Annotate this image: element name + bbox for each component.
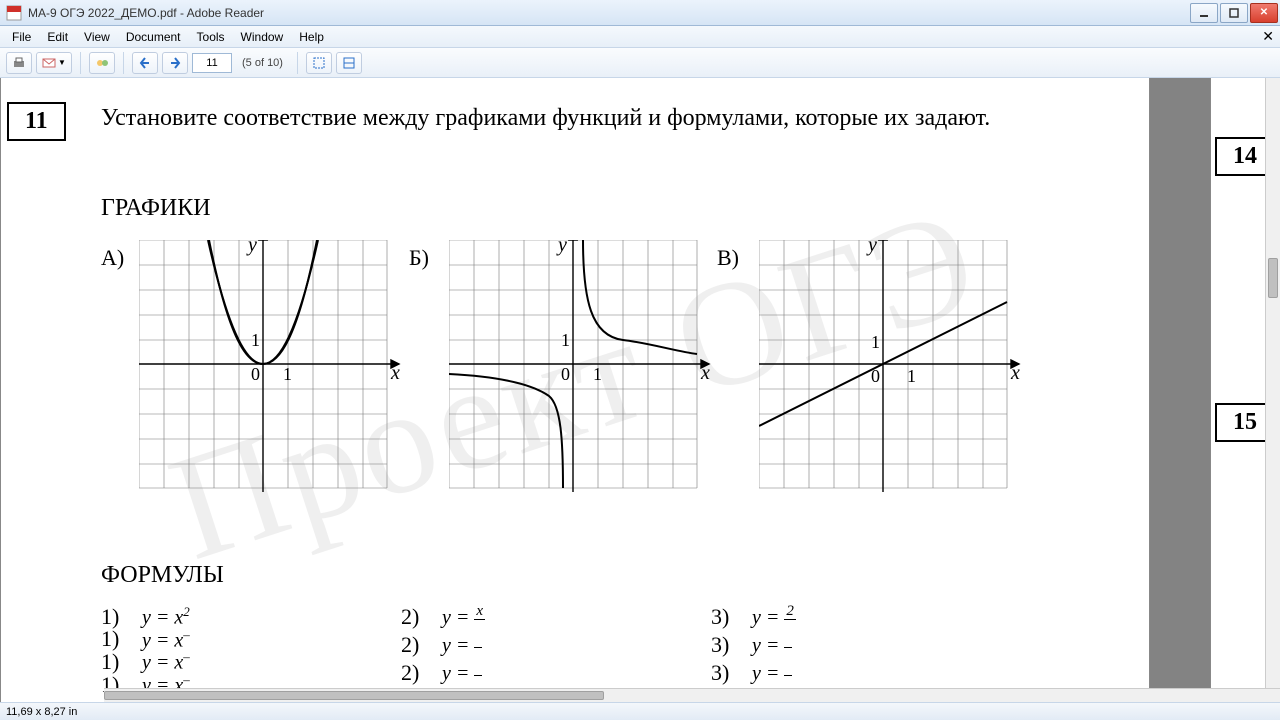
- zoom-marquee-button[interactable]: [306, 52, 332, 74]
- menu-edit[interactable]: Edit: [39, 28, 76, 46]
- fit-width-button[interactable]: [336, 52, 362, 74]
- menu-file[interactable]: File: [4, 28, 39, 46]
- axis-one-x: 1: [593, 364, 602, 385]
- graphs-heading: ГРАФИКИ: [101, 195, 211, 222]
- prev-page-button[interactable]: [132, 52, 158, 74]
- formula-num-3: 3): [711, 606, 737, 628]
- horizontal-scrollbar[interactable]: [104, 688, 1280, 702]
- graph-label-a: А): [101, 245, 124, 271]
- page-number-input[interactable]: [192, 53, 232, 73]
- graph-v: y x 0 1 1: [759, 240, 1007, 488]
- formulas-block: 1) y = x2 1) y = x– 1) y = x– 1) y = x– …: [101, 605, 1021, 695]
- menu-view[interactable]: View: [76, 28, 118, 46]
- menu-bar: File Edit View Document Tools Window Hel…: [0, 26, 1280, 48]
- formulas-heading: ФОРМУЛЫ: [101, 562, 224, 589]
- menu-window[interactable]: Window: [233, 28, 292, 46]
- collab-button[interactable]: [89, 52, 115, 74]
- menu-document[interactable]: Document: [118, 28, 189, 46]
- pdf-page: Проект ОГЭ 11 Установите соответствие ме…: [0, 78, 1150, 702]
- document-viewport[interactable]: Проект ОГЭ 11 Установите соответствие ме…: [0, 78, 1280, 702]
- axis-one-y: 1: [251, 330, 260, 351]
- axis-zero: 0: [251, 364, 260, 385]
- axis-one-y: 1: [561, 330, 570, 351]
- axis-one-x: 1: [283, 364, 292, 385]
- next-page-button[interactable]: [162, 52, 188, 74]
- graph-label-b: Б): [409, 245, 429, 271]
- page-count: (5 of 10): [236, 57, 289, 69]
- maximize-button[interactable]: [1220, 3, 1248, 23]
- menu-help[interactable]: Help: [291, 28, 332, 46]
- axis-one-y: 1: [871, 332, 880, 353]
- axis-y-label: y: [248, 234, 257, 257]
- title-bar: МА-9 ОГЭ 2022_ДЕМО.pdf - Adobe Reader ✕: [0, 0, 1280, 26]
- horizontal-scroll-thumb[interactable]: [104, 691, 604, 700]
- page-dimensions: 11,69 x 8,27 in: [6, 706, 77, 718]
- axis-one-x: 1: [907, 366, 916, 387]
- formula-num-1: 1): [101, 606, 127, 628]
- axis-y-label: y: [868, 234, 877, 257]
- axis-y-label: y: [558, 234, 567, 257]
- axis-x-label: x: [391, 362, 400, 385]
- axis-zero: 0: [561, 364, 570, 385]
- print-button[interactable]: [6, 52, 32, 74]
- graph-a: y x 0 1 1: [139, 240, 387, 488]
- menu-tools[interactable]: Tools: [189, 28, 233, 46]
- graph-b: y x 0 1 1: [449, 240, 697, 488]
- graph-label-v: В): [717, 245, 739, 271]
- close-doc-icon[interactable]: ✕: [1262, 28, 1274, 45]
- toolbar: ▼ (5 of 10): [0, 48, 1280, 78]
- email-button[interactable]: ▼: [36, 52, 72, 74]
- minimize-button[interactable]: [1190, 3, 1218, 23]
- vertical-scroll-thumb[interactable]: [1268, 258, 1278, 298]
- window-title: МА-9 ОГЭ 2022_ДЕМО.pdf - Adobe Reader: [28, 6, 1188, 20]
- status-bar: 11,69 x 8,27 in: [0, 702, 1280, 720]
- question-number-box: 11: [7, 102, 66, 141]
- pdf-icon: [6, 5, 22, 21]
- axis-x-label: x: [701, 362, 710, 385]
- vertical-scrollbar[interactable]: [1265, 78, 1280, 702]
- formula-num-2: 2): [401, 606, 427, 628]
- question-text: Установите соответствие между графиками …: [101, 102, 1031, 134]
- axis-x-label: x: [1011, 362, 1020, 385]
- axis-zero: 0: [871, 366, 880, 387]
- close-button[interactable]: ✕: [1250, 3, 1278, 23]
